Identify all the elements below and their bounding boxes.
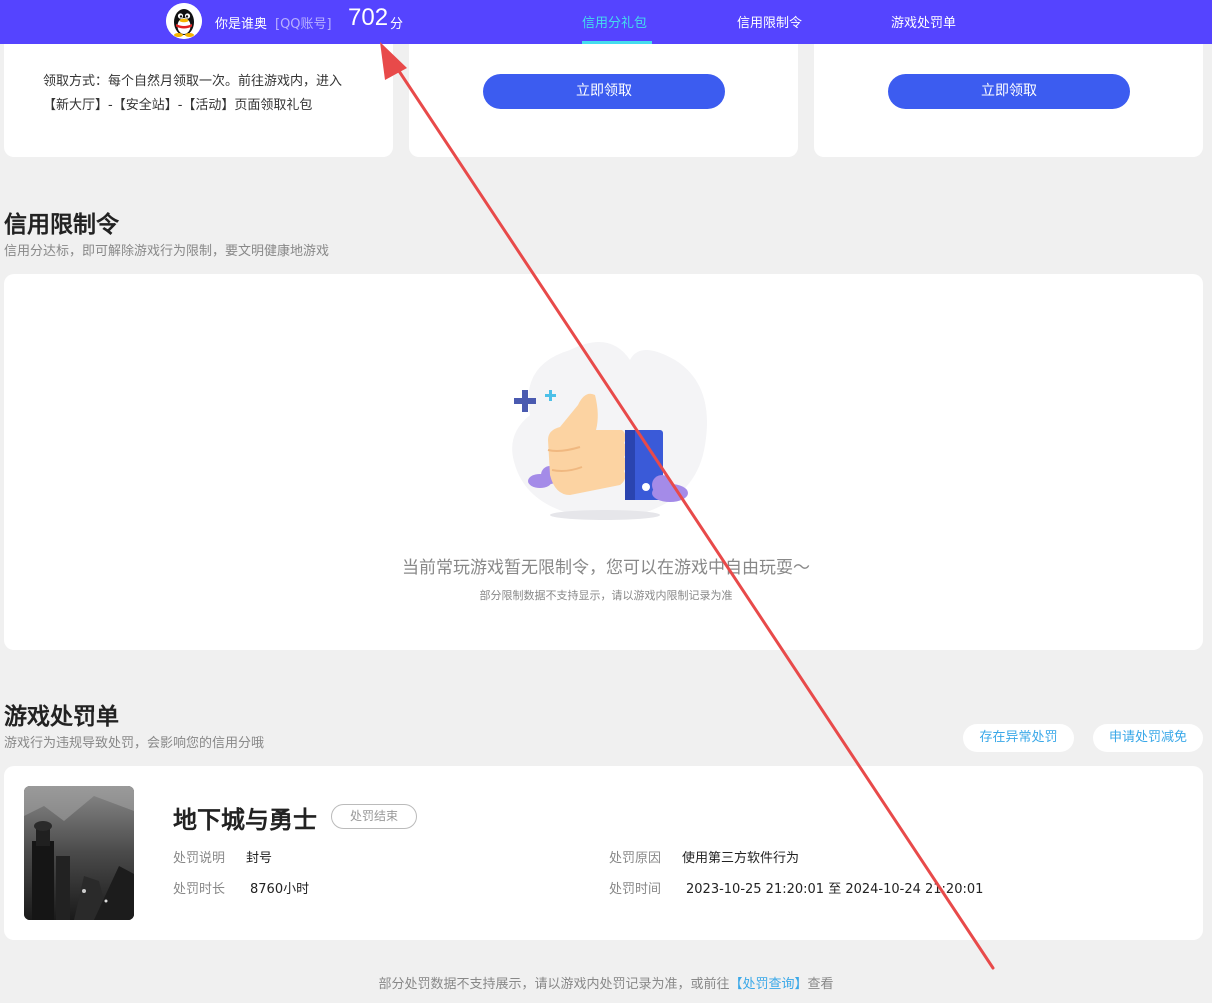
active-tab-indicator [582,41,652,44]
empty-state-message: 当前常玩游戏暂无限制令，您可以在游戏中自由玩耍～ [402,558,810,578]
page: 你是谁奥 [QQ账号] 702 分 信用分礼包 信用限制令 游戏处罚单 领取方式… [0,0,1212,1003]
account-type: [QQ账号] [275,17,332,32]
game-title: 地下城与勇士 [173,806,317,834]
tab-credit-gift[interactable]: 信用分礼包 [582,12,647,31]
credit-score-unit: 分 [390,17,404,32]
penalty-duration-value: 8760小时 [250,882,310,897]
avatar[interactable] [166,3,202,39]
penalty-duration-label: 处罚时长 [173,882,226,897]
footer-note-suffix: 查看 [807,977,834,992]
penalty-desc-value: 封号 [246,851,273,866]
request-reduction-button[interactable]: 申请处罚减免 [1093,724,1203,752]
credit-score: 702 [348,4,389,31]
penalty-time-value: 2023-10-25 21:20:01 至 2024-10-24 21:20:0… [686,882,984,897]
thumbs-up-illustration [512,342,707,520]
abnormal-penalty-button[interactable]: 存在异常处罚 [963,724,1074,752]
claim-button-1[interactable]: 立即领取 [483,74,725,109]
footer-note: 部分处罚数据不支持展示，请以游戏内处罚记录为准，或前往【处罚查询】查看 [0,973,1212,992]
gift-claim-instructions: 领取方式：每个自然月领取一次。前往游戏内，进入【新大厅】-【安全站】-【活动】页… [43,74,343,113]
penalty-reason-label: 处罚原因 [609,851,662,866]
footer-note-prefix: 部分处罚数据不支持展示，请以游戏内处罚记录为准，或前往 [378,977,730,992]
penalty-reason-value: 使用第三方软件行为 [682,851,800,866]
penalty-time-label: 处罚时间 [609,882,662,897]
qq-penguin-icon [166,3,202,39]
game-cover-image [24,786,134,920]
tab-credit-restriction[interactable]: 信用限制令 [737,12,802,31]
penalty-desc-label: 处罚说明 [173,851,226,866]
top-nav-bar: 你是谁奥 [QQ账号] 702 分 信用分礼包 信用限制令 游戏处罚单 [0,0,1212,44]
empty-state-note: 部分限制数据不支持显示，请以游戏内限制记录为准 [479,589,733,602]
penalty-section-subtitle: 游戏行为违规导致处罚，会影响您的信用分哦 [4,736,265,751]
penalty-query-link[interactable]: 【处罚查询】 [729,977,807,992]
claim-button-2[interactable]: 立即领取 [888,74,1130,109]
tab-game-penalty[interactable]: 游戏处罚单 [891,12,956,31]
username: 你是谁奥 [215,17,268,32]
restriction-section-subtitle: 信用分达标，即可解除游戏行为限制，要文明健康地游戏 [4,244,330,259]
restriction-section-title: 信用限制令 [4,212,119,238]
penalty-section-title: 游戏处罚单 [4,704,119,730]
status-badge: 处罚结束 [331,804,417,829]
